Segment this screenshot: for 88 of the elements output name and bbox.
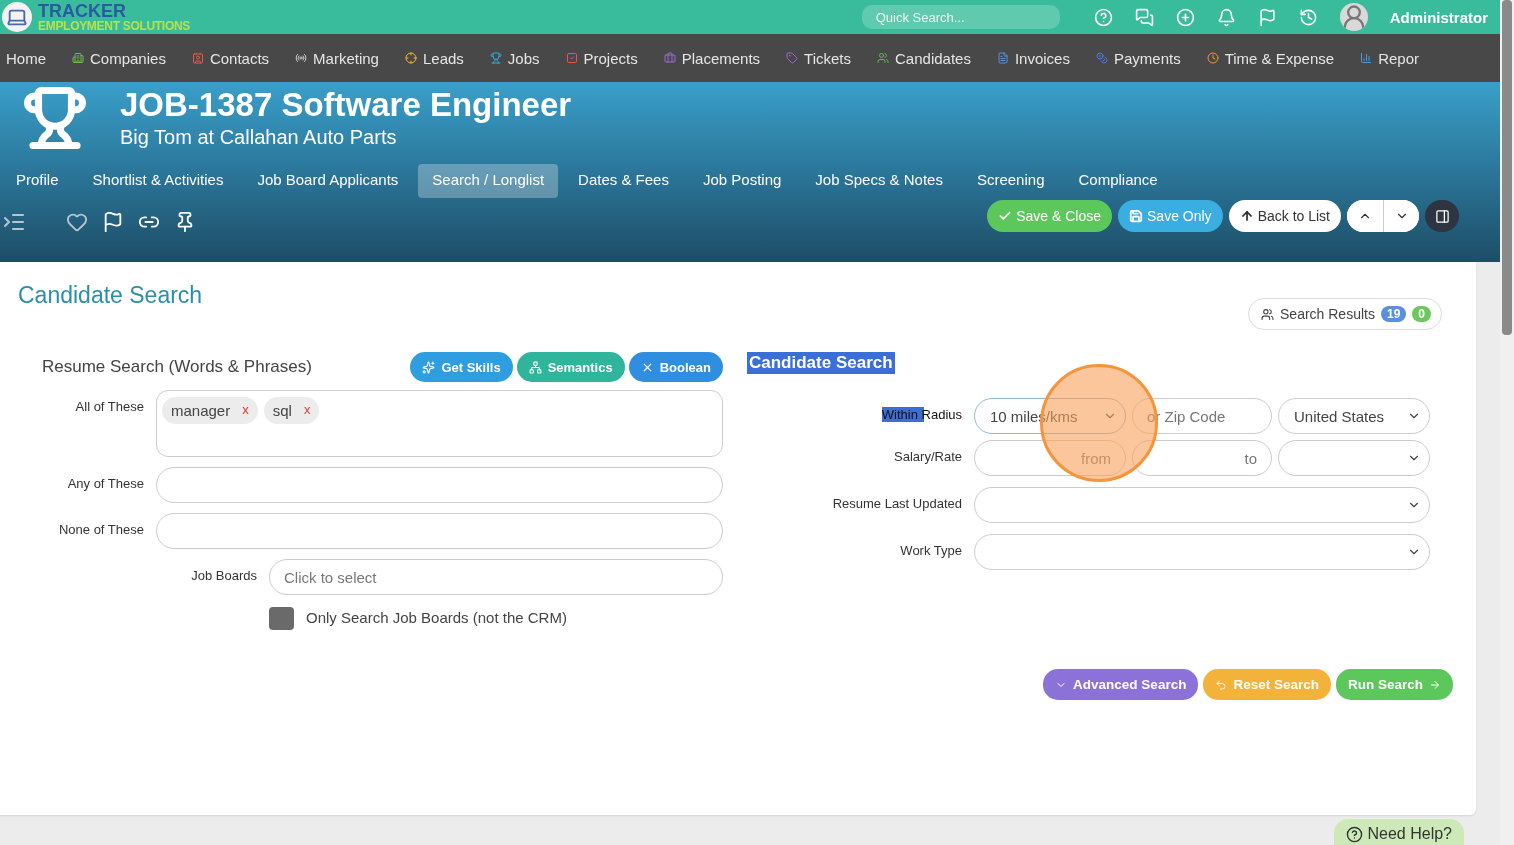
nav-icon (295, 52, 308, 64)
flag-icon[interactable] (102, 211, 124, 233)
arrow-right-icon (1429, 678, 1441, 691)
field-label: Any of These (66, 475, 144, 491)
record-tab[interactable]: Job Posting (688, 164, 796, 198)
nav-item[interactable]: Candidates (871, 49, 984, 67)
any-words-field[interactable] (156, 467, 723, 503)
network-icon (528, 360, 542, 374)
next-button[interactable] (1383, 200, 1419, 232)
nav-icon (565, 52, 578, 64)
search-action-button[interactable]: Advanced Search (1043, 669, 1199, 700)
record-tab[interactable]: Screening (962, 164, 1059, 198)
quick-search-field[interactable]: Quick Search... (861, 5, 1060, 29)
nav-item[interactable]: Marketing (289, 49, 392, 67)
bell-icon[interactable] (1216, 7, 1236, 27)
nav-icon (1095, 52, 1108, 64)
help-icon[interactable] (1093, 7, 1113, 27)
nav-icon (996, 52, 1009, 64)
nav-item[interactable]: Home (0, 49, 59, 67)
job-boards-field[interactable]: Click to select (269, 559, 723, 595)
nav-icon (489, 52, 502, 64)
nav-icon (1360, 52, 1373, 64)
keywords-field[interactable]: manager x sql x (156, 390, 723, 457)
record-tab[interactable]: Shortlist & Activities (78, 164, 238, 198)
nav-icon (191, 52, 204, 64)
count-badge: 0 (1412, 306, 1431, 322)
nav-icon (877, 52, 890, 64)
nav-item[interactable]: Companies (66, 49, 179, 67)
count-badge: 19 (1380, 306, 1407, 322)
undo-icon (1215, 678, 1228, 691)
record-tab[interactable]: Job Specs & Notes (801, 164, 957, 198)
field-label: Salary/Rate (893, 448, 962, 464)
field-label: Resume Last Updated (831, 495, 962, 511)
nav-icon (786, 52, 799, 64)
record-tab[interactable]: Dates & Fees (564, 164, 683, 198)
nav-item[interactable]: Contacts (185, 49, 283, 67)
nav-icon (72, 52, 84, 64)
nav-item[interactable]: Tickets (780, 49, 865, 67)
scrollbar-thumb[interactable] (1502, 0, 1512, 335)
heart-icon[interactable] (66, 211, 88, 233)
field-label: All of These (74, 398, 144, 414)
record-tab[interactable]: Compliance (1064, 164, 1172, 198)
record-title: JOB-1387 Software Engineer (120, 87, 572, 124)
logo-icon (2, 2, 32, 32)
remove-tag-button[interactable]: x (242, 402, 249, 419)
check-icon (998, 209, 1013, 223)
nav-item[interactable]: Payments (1089, 49, 1194, 67)
history-icon[interactable] (1298, 7, 1318, 27)
action-button[interactable]: Back to List (1228, 200, 1341, 232)
user-avatar[interactable] (1339, 3, 1368, 31)
nav-item[interactable]: Invoices (990, 49, 1083, 67)
nav-item[interactable]: Leads (398, 49, 477, 67)
help-button[interactable]: Need Help? (1333, 819, 1464, 845)
help-icon (1345, 825, 1363, 843)
excluded-words-field[interactable] (156, 513, 723, 549)
panel-icon (1434, 208, 1450, 224)
checkbox[interactable] (269, 607, 294, 630)
sparkle-icon (422, 360, 436, 374)
search-results-button[interactable]: Search Results 19 0 (1248, 298, 1442, 330)
salary-to-field[interactable]: to (1132, 440, 1272, 476)
nav-item[interactable]: Time & Expense (1200, 49, 1348, 67)
brand-tagline: EMPLOYMENT SOLUTIONS (38, 19, 190, 33)
keyword-tag: manager x (162, 397, 258, 424)
nav-icon (404, 52, 417, 64)
panel-toggle-button[interactable] (1425, 200, 1459, 232)
field-label: Work Type (899, 542, 962, 558)
nav-item[interactable]: Projects (559, 49, 651, 67)
add-icon[interactable] (1175, 7, 1195, 27)
section-title: Resume Search (Words & Phrases) (42, 357, 312, 377)
trophy-icon (22, 85, 88, 151)
nav-icon (1206, 52, 1219, 64)
section-title: Candidate Search (747, 352, 895, 374)
nav-item[interactable]: Placements (657, 49, 774, 67)
keyword-tag: sql x (263, 397, 320, 424)
field-label: Job Boards (190, 567, 257, 583)
chat-icon[interactable] (1134, 7, 1154, 27)
users-icon (1261, 307, 1274, 321)
nav-item[interactable]: Repor (1354, 49, 1432, 67)
page-title: Candidate Search (18, 282, 203, 309)
record-subtitle: Big Tom at Callahan Auto Parts (120, 125, 398, 149)
brand-name: TRACKER (38, 1, 127, 20)
field-label: None of These (57, 521, 144, 537)
remove-tag-button[interactable]: x (303, 402, 311, 419)
nav-item[interactable]: Jobs (483, 49, 553, 67)
checkbox-label: Only Search Job Boards (not the CRM) (306, 608, 567, 626)
record-tab[interactable]: Job Board Applicants (243, 164, 413, 198)
nav-icon (663, 52, 676, 64)
record-tab[interactable]: Profile (2, 164, 73, 198)
